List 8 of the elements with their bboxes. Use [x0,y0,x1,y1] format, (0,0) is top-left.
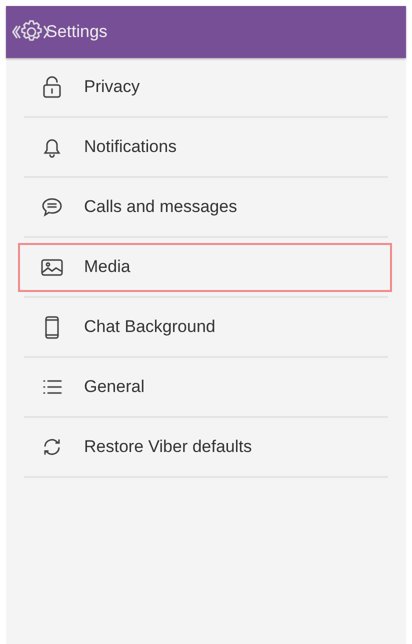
back-button[interactable]: Settings [10,17,108,47]
settings-item[interactable]: Calls and messages [18,182,392,232]
settings-item[interactable]: Restore Viber defaults [18,422,392,472]
settings-item[interactable]: Media [18,242,392,292]
settings-item[interactable]: Chat Background [18,302,392,352]
settings-item[interactable]: General [18,362,392,412]
settings-item[interactable]: Notifications [18,122,392,172]
settings-item[interactable]: Privacy [18,62,392,112]
